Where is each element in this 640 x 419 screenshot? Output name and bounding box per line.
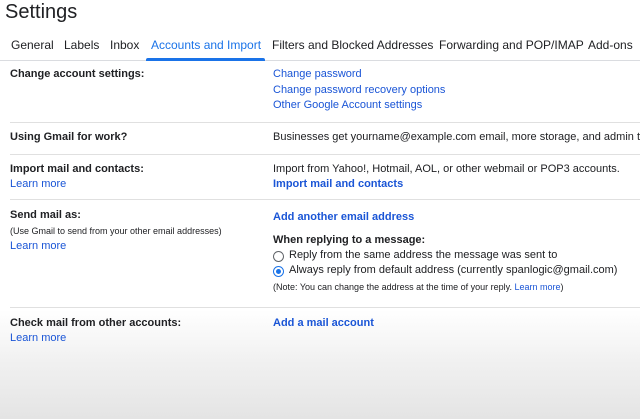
change-password-link[interactable]: Change password <box>273 68 362 80</box>
import-learn-more-link[interactable]: Learn more <box>10 178 66 190</box>
import-mail-label: Import mail and contacts: <box>10 163 144 175</box>
gmail-for-work-row: Using Gmail for work? Businesses get you… <box>10 123 640 155</box>
change-password-recovery-link[interactable]: Change password recovery options <box>273 84 445 96</box>
other-google-account-settings-link[interactable]: Other Google Account settings <box>273 99 422 111</box>
tab-filters-and-blocked-addresses[interactable]: Filters and Blocked Addresses <box>272 38 433 52</box>
check-mail-row: Check mail from other accounts: Learn mo… <box>10 308 640 358</box>
reply-default-address-label: Always reply from default address (curre… <box>289 264 618 276</box>
send-mail-as-subtext: (Use Gmail to send from your other email… <box>10 226 222 236</box>
add-mail-account-link[interactable]: Add a mail account <box>273 317 374 329</box>
reply-same-address-radio[interactable] <box>273 251 284 262</box>
add-another-email-link[interactable]: Add another email address <box>273 211 414 223</box>
change-account-settings-label: Change account settings: <box>10 68 145 80</box>
gmail-for-work-text: Businesses get yourname@example.com emai… <box>273 131 640 143</box>
tab-labels[interactable]: Labels <box>64 38 99 52</box>
reply-note-text: (Note: You can change the address at the… <box>273 282 512 292</box>
tab-accounts-and-import[interactable]: Accounts and Import <box>151 38 261 52</box>
reply-default-address-radio[interactable] <box>273 266 284 277</box>
settings-tabs: General Labels Inbox Accounts and Import… <box>0 30 640 61</box>
check-mail-learn-more-link[interactable]: Learn more <box>10 332 66 344</box>
reply-note-learn-more-link[interactable]: Learn more <box>515 282 561 292</box>
import-mail-and-contacts-link[interactable]: Import mail and contacts <box>273 178 403 190</box>
send-mail-as-row: Send mail as: (Use Gmail to send from yo… <box>10 200 640 308</box>
reply-note-end: ) <box>560 282 564 292</box>
import-mail-row: Import mail and contacts: Learn more Imp… <box>10 155 640 200</box>
tab-add-ons[interactable]: Add-ons <box>588 38 633 52</box>
tab-forwarding-and-pop-imap[interactable]: Forwarding and POP/IMAP <box>439 38 584 52</box>
reply-same-address-label: Reply from the same address the message … <box>289 249 558 261</box>
gmail-for-work-label: Using Gmail for work? <box>10 131 128 143</box>
check-mail-label: Check mail from other accounts: <box>10 317 182 329</box>
tab-general[interactable]: General <box>11 38 54 52</box>
reply-heading: When replying to a message: <box>273 234 426 246</box>
send-as-learn-more-link[interactable]: Learn more <box>10 240 66 252</box>
change-account-settings-row: Change account settings: Change password… <box>10 61 640 123</box>
tab-inbox[interactable]: Inbox <box>110 38 139 52</box>
import-description: Import from Yahoo!, Hotmail, AOL, or oth… <box>273 163 620 175</box>
page-title: Settings <box>5 1 78 23</box>
send-mail-as-label: Send mail as: <box>10 209 81 221</box>
reply-note: (Note: You can change the address at the… <box>273 282 564 292</box>
